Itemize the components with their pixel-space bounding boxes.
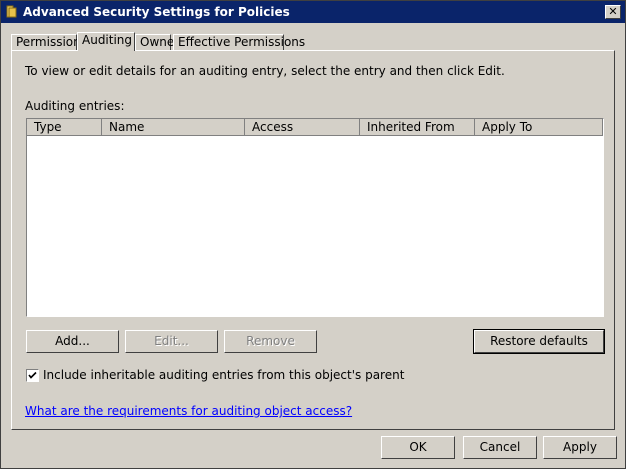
- close-icon: ✕: [608, 5, 618, 18]
- tab-effective-permissions[interactable]: Effective Permissions: [173, 34, 305, 50]
- advanced-security-settings-dialog: Advanced Security Settings for Policies …: [0, 0, 626, 469]
- auditing-panel: To view or edit details for an auditing …: [11, 50, 615, 430]
- ok-button[interactable]: OK: [381, 436, 455, 459]
- auditing-entries-list[interactable]: Type Name Access Inherited From Apply To: [26, 118, 604, 317]
- restore-defaults-button[interactable]: Restore defaults: [473, 329, 605, 354]
- tab-owner[interactable]: Owner: [135, 34, 179, 50]
- tab-permissions[interactable]: Permissions: [11, 34, 87, 50]
- column-header-name[interactable]: Name: [102, 119, 245, 136]
- title-bar[interactable]: Advanced Security Settings for Policies …: [1, 1, 625, 23]
- include-inheritable-checkbox[interactable]: [26, 369, 39, 382]
- column-header-access[interactable]: Access: [245, 119, 360, 136]
- column-header-apply-to[interactable]: Apply To: [475, 119, 603, 136]
- edit-button[interactable]: Edit...: [125, 330, 218, 353]
- column-header-inherited-from[interactable]: Inherited From: [360, 119, 475, 136]
- add-button[interactable]: Add...: [26, 330, 119, 353]
- include-inheritable-label[interactable]: Include inheritable auditing entries fro…: [43, 368, 404, 382]
- window-title: Advanced Security Settings for Policies: [23, 5, 290, 19]
- cancel-button[interactable]: Cancel: [463, 436, 537, 459]
- tab-auditing[interactable]: Auditing: [77, 32, 135, 51]
- info-text: To view or edit details for an auditing …: [25, 64, 505, 78]
- column-header-type[interactable]: Type: [27, 119, 102, 136]
- auditing-entries-label: Auditing entries:: [25, 99, 125, 113]
- list-header: Type Name Access Inherited From Apply To: [27, 119, 603, 136]
- apply-button[interactable]: Apply: [543, 436, 617, 459]
- checkmark-icon: [28, 371, 37, 379]
- remove-button[interactable]: Remove: [224, 330, 317, 353]
- close-button[interactable]: ✕: [605, 5, 621, 19]
- auditing-requirements-link[interactable]: What are the requirements for auditing o…: [25, 404, 352, 418]
- folder-icon: [6, 5, 17, 18]
